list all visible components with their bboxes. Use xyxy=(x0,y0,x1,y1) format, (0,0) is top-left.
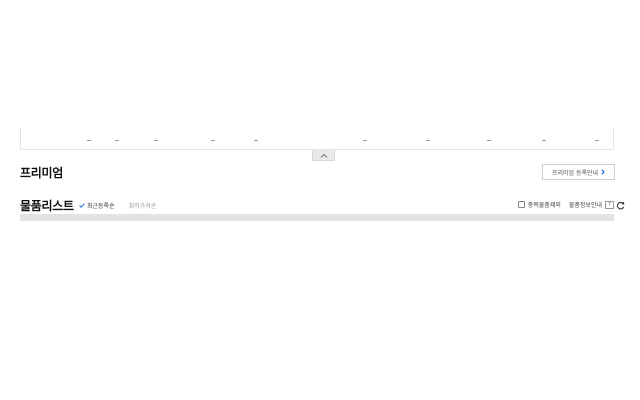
check-icon xyxy=(79,203,85,208)
filter-dash xyxy=(363,140,367,141)
sort-tab-label: 최저가격순 xyxy=(128,203,157,210)
filter-dash xyxy=(542,140,546,141)
collapse-filter-button[interactable] xyxy=(312,150,335,161)
sort-tabs: 최근등록순 최저가격순 xyxy=(79,201,156,210)
chevron-right-icon xyxy=(601,169,605,175)
premium-section-title: 프리미엄 xyxy=(20,166,63,180)
filter-dash xyxy=(426,140,430,141)
filter-dash xyxy=(115,140,119,141)
filter-dash xyxy=(595,140,599,141)
filter-dash xyxy=(487,140,491,141)
filter-dash xyxy=(211,140,215,141)
item-info-guide: 물품정보안내 ? xyxy=(569,200,614,209)
refresh-icon[interactable] xyxy=(616,201,625,210)
dedupe-label: 중복물품제외 xyxy=(527,202,561,209)
sort-tab-recent[interactable]: 최근등록순 xyxy=(79,201,115,210)
item-list-header-bar xyxy=(20,214,614,221)
filter-strip xyxy=(20,128,614,150)
chevron-up-icon xyxy=(320,153,327,158)
dedupe-checkbox[interactable] xyxy=(517,201,525,208)
help-icon[interactable]: ? xyxy=(605,200,614,209)
list-tools: 중복물품제외 물품정보안내 ? xyxy=(517,200,614,209)
item-info-guide-label: 물품정보안내 xyxy=(568,202,602,209)
sort-tab-lowest-price[interactable]: 최저가격순 xyxy=(129,201,157,210)
item-list-title: 물품리스트 xyxy=(20,199,74,213)
premium-guide-label: 프리미엄 등록안내 xyxy=(551,169,599,177)
filter-dash xyxy=(154,140,158,141)
filter-dash xyxy=(254,140,258,141)
dedupe-checkbox-label[interactable]: 중복물품제외 xyxy=(517,200,561,209)
filter-dash xyxy=(87,140,91,141)
premium-guide-button[interactable]: 프리미엄 등록안내 xyxy=(542,164,615,180)
sort-tab-label: 최근등록순 xyxy=(87,203,115,210)
